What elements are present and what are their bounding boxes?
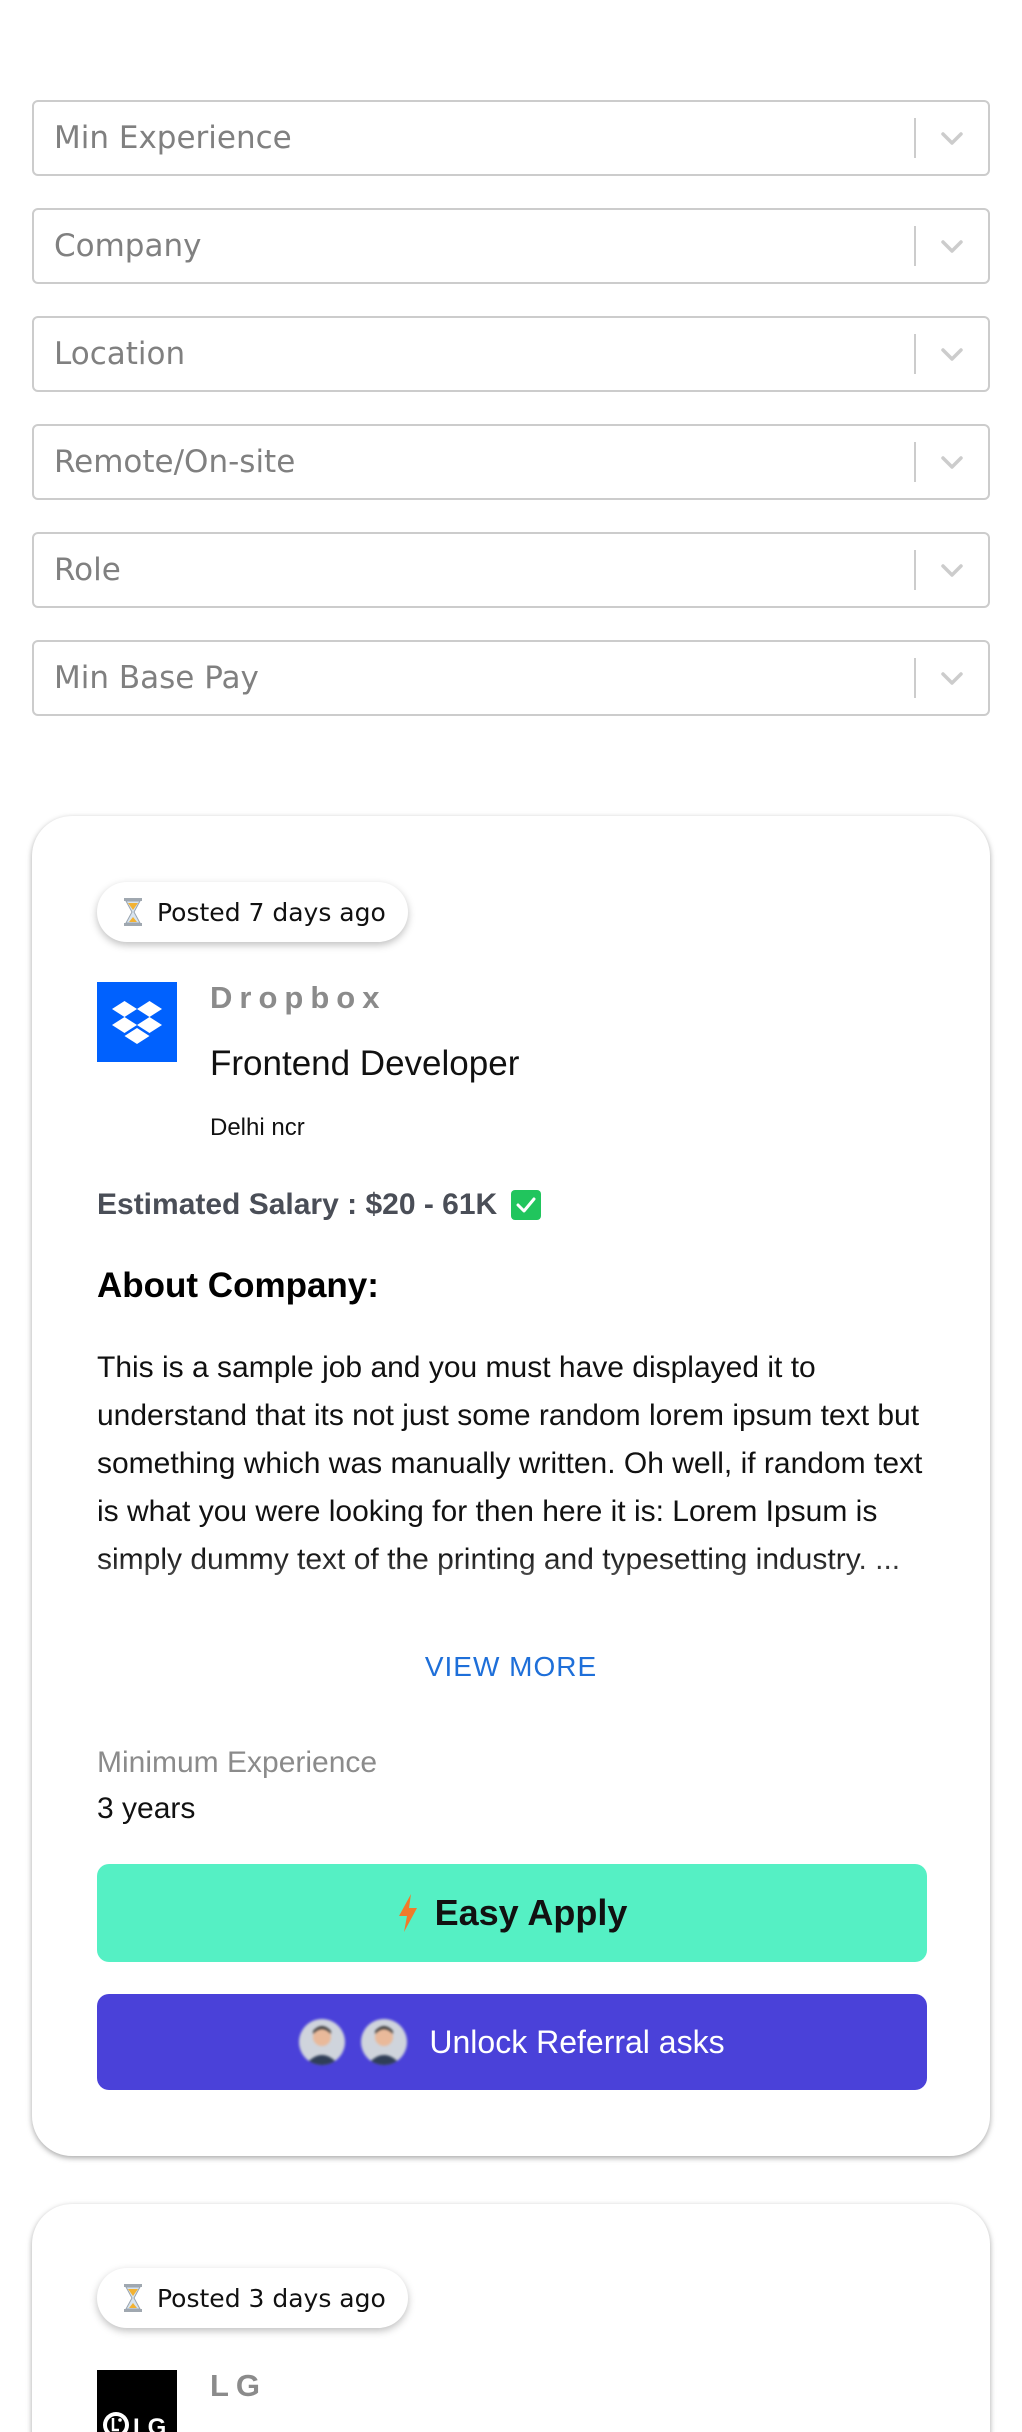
select-placeholder: Min Experience xyxy=(54,120,292,156)
filters-panel: Min Experience Company Location Remote/O… xyxy=(32,100,990,748)
select-separator xyxy=(914,334,916,374)
avatar xyxy=(299,2019,346,2065)
chevron-down-icon[interactable] xyxy=(934,124,970,154)
hourglass-icon xyxy=(124,2284,142,2312)
lg-logo-icon: LG xyxy=(97,2370,177,2432)
select-placeholder: Remote/On-site xyxy=(54,444,296,480)
job-title[interactable]: Frontend Developer xyxy=(210,1044,519,1084)
text-fade xyxy=(97,1552,927,1632)
chevron-down-icon[interactable] xyxy=(934,556,970,586)
salary-text: Estimated Salary : $20 - 61K xyxy=(97,1188,498,1221)
dropbox-logo-icon xyxy=(97,982,177,1062)
hourglass-icon xyxy=(124,898,142,926)
unlock-referral-button[interactable]: Unlock Referral asks xyxy=(97,1994,927,2090)
job-card: Posted 7 days ago Dropbox Frontend Devel… xyxy=(32,816,990,2156)
min-experience-label: Minimum Experience xyxy=(97,1746,378,1779)
chevron-down-icon[interactable] xyxy=(934,232,970,262)
select-separator xyxy=(914,658,916,698)
min-experience-select[interactable]: Min Experience xyxy=(32,100,990,176)
company-select[interactable]: Company xyxy=(32,208,990,284)
about-text: This is a sample job and you must have d… xyxy=(97,1344,927,1632)
posted-badge: Posted 3 days ago xyxy=(97,2268,408,2328)
posted-badge: Posted 7 days ago xyxy=(97,882,408,942)
posted-text: Posted 7 days ago xyxy=(157,897,386,927)
job-location: Delhi ncr xyxy=(210,1114,305,1141)
easy-apply-label: Easy Apply xyxy=(434,1892,628,1933)
check-icon xyxy=(511,1190,542,1220)
chevron-down-icon[interactable] xyxy=(934,664,970,694)
view-more-link[interactable]: VIEW MORE xyxy=(32,1651,990,1683)
role-select[interactable]: Role xyxy=(32,532,990,608)
easy-apply-button[interactable]: Easy Apply xyxy=(97,1864,927,1962)
referral-label: Unlock Referral asks xyxy=(429,2023,725,2060)
job-card: Posted 3 days ago LG LG xyxy=(32,2204,990,2432)
location-select[interactable]: Location xyxy=(32,316,990,392)
avatar xyxy=(361,2019,408,2065)
lightning-icon xyxy=(398,1894,417,1932)
chevron-down-icon[interactable] xyxy=(934,340,970,370)
about-text-body: This is a sample job and you must have d… xyxy=(97,1351,923,1576)
svg-text:LG: LG xyxy=(133,2414,166,2432)
estimated-salary: Estimated Salary : $20 - 61K xyxy=(97,1188,542,1222)
remote-onsite-select[interactable]: Remote/On-site xyxy=(32,424,990,500)
company-name: LG xyxy=(210,2368,268,2403)
min-base-pay-select[interactable]: Min Base Pay xyxy=(32,640,990,716)
company-name: Dropbox xyxy=(210,980,387,1015)
select-separator xyxy=(914,226,916,266)
select-placeholder: Role xyxy=(54,552,121,588)
select-separator xyxy=(914,550,916,590)
posted-text: Posted 3 days ago xyxy=(157,2283,386,2313)
select-separator xyxy=(914,118,916,158)
min-experience-value: 3 years xyxy=(97,1792,196,1825)
select-separator xyxy=(914,442,916,482)
select-placeholder: Location xyxy=(54,336,186,372)
select-placeholder: Company xyxy=(54,228,202,264)
chevron-down-icon[interactable] xyxy=(934,448,970,478)
select-placeholder: Min Base Pay xyxy=(54,660,259,696)
about-heading: About Company: xyxy=(97,1266,379,1305)
